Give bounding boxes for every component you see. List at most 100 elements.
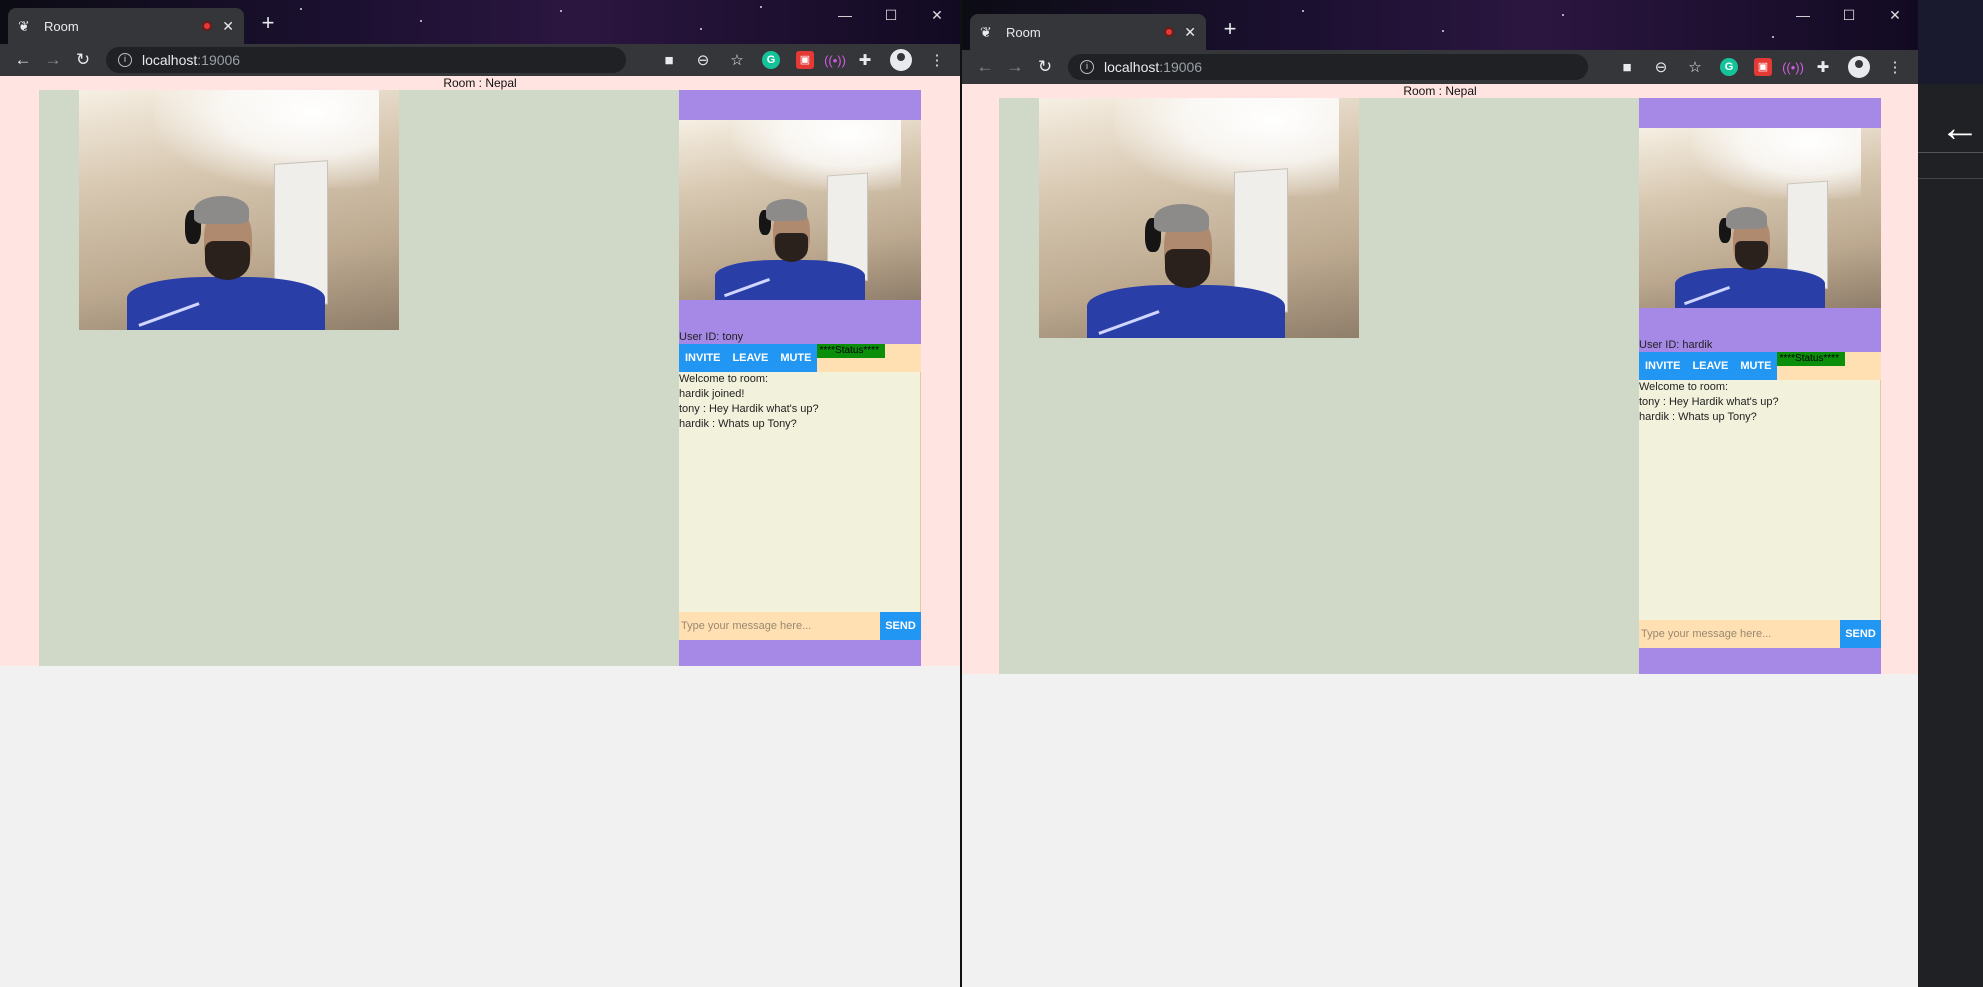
chat-log: Welcome to room: hardik joined! tony : H… [679, 372, 921, 612]
new-tab-button[interactable]: + [1216, 16, 1244, 44]
tab-close-icon[interactable]: ✕ [1184, 24, 1196, 41]
remote-video-stage [39, 90, 679, 666]
status-badge: ****Status**** [1777, 352, 1846, 366]
remote-video [1039, 98, 1359, 338]
invite-button[interactable]: INVITE [1639, 352, 1687, 380]
expo-favicon-icon: ❦ [18, 18, 30, 34]
mute-button[interactable]: MUTE [1734, 352, 1778, 380]
browser-tab[interactable]: ❦ Room ✕ [8, 8, 244, 44]
maximize-icon[interactable]: ☐ [1826, 0, 1872, 30]
arrow-left-icon[interactable]: ← [1940, 108, 1980, 148]
forward-icon[interactable]: → [38, 50, 68, 70]
kebab-menu-icon[interactable]: ⋮ [922, 51, 952, 69]
zoom-icon[interactable]: ⊖ [688, 51, 718, 69]
browser-toolbar: ← → ↻ i localhost:19006 ■ ⊖ ☆ G ▣ ((•)) … [962, 50, 1918, 84]
send-button[interactable]: SEND [880, 612, 921, 640]
minimize-icon[interactable]: — [1780, 0, 1826, 30]
remote-video [79, 90, 399, 330]
leave-button[interactable]: LEAVE [726, 344, 775, 372]
puzzle-icon[interactable]: ✚ [1808, 58, 1838, 76]
address-bar[interactable]: i localhost:19006 [1068, 54, 1588, 80]
kebab-menu-icon[interactable]: ⋮ [1880, 58, 1910, 76]
minimize-icon[interactable]: — [822, 0, 868, 30]
extension-red-icon[interactable]: ▣ [1754, 58, 1772, 76]
chat-composer: SEND [1639, 620, 1881, 648]
back-icon[interactable]: ← [970, 57, 1000, 77]
back-icon[interactable]: ← [8, 50, 38, 70]
new-tab-button[interactable]: + [254, 10, 282, 38]
expo-favicon-icon: ❦ [980, 24, 992, 40]
site-info-icon[interactable]: i [118, 53, 132, 67]
sidebar: User ID: hardik INVITE LEAVE MUTE ****St… [1639, 98, 1881, 674]
profile-icon[interactable] [1848, 56, 1870, 78]
url-port: :19006 [197, 52, 241, 68]
site-info-icon[interactable]: i [1080, 60, 1094, 74]
browser-window-tony: ❦ Room ✕ + — ☐ ✕ ← → ↻ i localhost:19006… [0, 0, 960, 987]
forward-icon[interactable]: → [1000, 57, 1030, 77]
browser-tab[interactable]: ❦ Room ✕ [970, 14, 1206, 50]
room-title: Room : Nepal [1403, 84, 1477, 98]
chat-message: hardik : Whats up Tony? [679, 418, 797, 430]
title-bar: ❦ Room ✕ + — ☐ ✕ [962, 0, 1918, 52]
url-host: localhost [142, 52, 198, 68]
toolbar-actions: ■ ⊖ ☆ G ▣ ((•)) ✚ ⋮ [654, 49, 952, 71]
reload-icon[interactable]: ↻ [1030, 57, 1060, 77]
remote-video-stage [999, 98, 1639, 674]
chat-message: Welcome to room: [679, 373, 769, 385]
reload-icon[interactable]: ↻ [68, 50, 98, 70]
tab-close-icon[interactable]: ✕ [222, 18, 234, 35]
puzzle-icon[interactable]: ✚ [850, 51, 880, 69]
page-viewport: Room : Nepal User ID: hardik INVITE LEAV… [962, 84, 1918, 987]
local-video [1639, 128, 1881, 308]
star-icon[interactable]: ☆ [722, 51, 752, 69]
page-viewport: Room : Nepal User ID: tony INVITE LEAVE … [0, 76, 960, 987]
tab-title: Room [44, 18, 79, 34]
broadcast-icon[interactable]: ((•)) [824, 53, 846, 68]
close-window-icon[interactable]: ✕ [1872, 0, 1918, 30]
zoom-icon[interactable]: ⊖ [1646, 58, 1676, 76]
call-controls: INVITE LEAVE MUTE ****Status**** [679, 344, 921, 372]
title-bar: ❦ Room ✕ + — ☐ ✕ [0, 0, 960, 44]
star-icon[interactable]: ☆ [1680, 58, 1710, 76]
chat-message: tony : Hey Hardik what's up? [1639, 396, 1779, 408]
grammarly-icon[interactable]: G [762, 51, 780, 69]
message-input[interactable] [1639, 620, 1840, 648]
camera-icon[interactable]: ■ [654, 52, 684, 69]
tab-title: Room [1006, 24, 1041, 40]
send-button[interactable]: SEND [1840, 620, 1881, 648]
room-title: Room : Nepal [443, 76, 517, 90]
extension-red-icon[interactable]: ▣ [796, 51, 814, 69]
grammarly-icon[interactable]: G [1720, 58, 1738, 76]
recording-indicator-icon [202, 21, 213, 31]
status-badge: ****Status**** [817, 344, 886, 358]
close-window-icon[interactable]: ✕ [914, 0, 960, 30]
url-host: localhost [1104, 59, 1160, 75]
invite-button[interactable]: INVITE [679, 344, 727, 372]
window-controls: — ☐ ✕ [1780, 0, 1918, 30]
divider [1918, 152, 1983, 153]
browser-window-hardik: ❦ Room ✕ + — ☐ ✕ ← → ↻ i localhost:19006… [962, 0, 1918, 987]
chat-message: Welcome to room: [1639, 381, 1729, 393]
url-port: :19006 [1159, 59, 1203, 75]
divider [1918, 178, 1983, 179]
leave-button[interactable]: LEAVE [1686, 352, 1735, 380]
call-controls: INVITE LEAVE MUTE ****Status**** [1639, 352, 1881, 380]
room-page: Room : Nepal User ID: tony INVITE LEAVE … [0, 76, 960, 666]
maximize-icon[interactable]: ☐ [868, 0, 914, 30]
address-bar[interactable]: i localhost:19006 [106, 47, 626, 73]
chat-log: Welcome to room: tony : Hey Hardik what'… [1639, 380, 1881, 620]
recording-indicator-icon [1164, 27, 1175, 37]
mute-button[interactable]: MUTE [774, 344, 818, 372]
profile-icon[interactable] [890, 49, 912, 71]
user-id: User ID: hardik [1639, 339, 1713, 351]
message-input[interactable] [679, 612, 880, 640]
window-controls: — ☐ ✕ [822, 0, 960, 30]
chat-message: tony : Hey Hardik what's up? [679, 403, 819, 415]
chat-composer: SEND [679, 612, 921, 640]
broadcast-icon[interactable]: ((•)) [1782, 60, 1804, 75]
toolbar-actions: ■ ⊖ ☆ G ▣ ((•)) ✚ ⋮ [1612, 56, 1910, 78]
browser-toolbar: ← → ↻ i localhost:19006 ■ ⊖ ☆ G ▣ ((•)) … [0, 44, 960, 76]
user-id: User ID: tony [679, 331, 744, 343]
camera-icon[interactable]: ■ [1612, 59, 1642, 76]
sidebar: User ID: tony INVITE LEAVE MUTE ****Stat… [679, 90, 921, 666]
